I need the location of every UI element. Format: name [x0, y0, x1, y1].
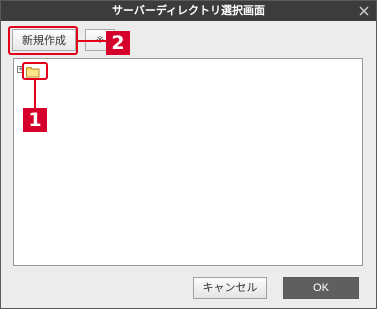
server-directory-dialog: サーバーディレクトリ選択画面 新規作成 ※ 2 + 1 キャンセル OK	[0, 0, 377, 309]
ok-button[interactable]: OK	[283, 277, 359, 299]
close-icon[interactable]	[356, 3, 372, 19]
annotation-connector-2	[78, 40, 106, 42]
annotation-badge-2: 2	[106, 31, 130, 55]
title-bar: サーバーディレクトリ選択画面	[1, 1, 376, 21]
highlight-folder	[22, 62, 48, 80]
annotation-connector-1	[34, 80, 36, 108]
highlight-new-button	[8, 26, 78, 55]
cancel-button[interactable]: キャンセル	[193, 277, 267, 299]
annotation-badge-1: 1	[23, 108, 47, 132]
directory-tree-panel[interactable]: +	[13, 58, 363, 266]
dialog-title: サーバーディレクトリ選択画面	[111, 4, 266, 17]
